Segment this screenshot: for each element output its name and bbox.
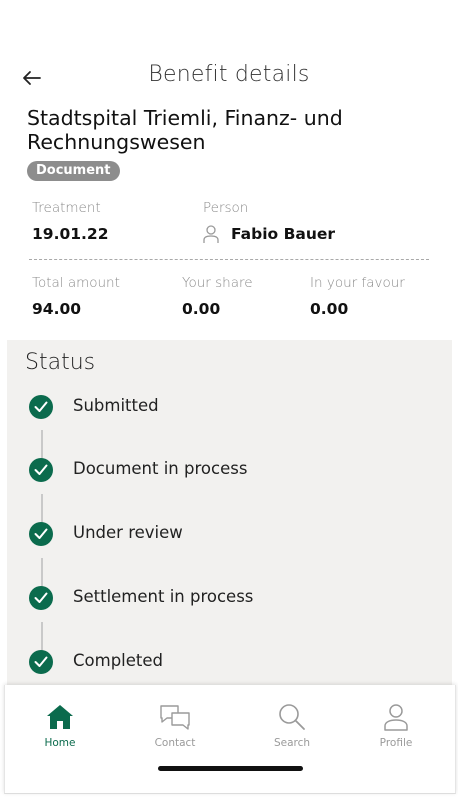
document-badge: Document <box>27 161 120 181</box>
status-step-document-in-process: Document in process <box>29 458 429 482</box>
home-icon <box>47 705 73 729</box>
profile-icon <box>384 704 408 731</box>
app-header: Benefit details <box>0 56 458 100</box>
status-step-under-review: Under review <box>29 522 429 546</box>
chat-icon <box>160 705 190 730</box>
total-amount-value: 94.00 <box>32 300 82 318</box>
person-label: Person <box>203 200 249 216</box>
nav-label: Profile <box>379 737 413 749</box>
nav-label: Home <box>44 737 76 749</box>
divider <box>29 259 429 260</box>
nav-label: Contact <box>154 737 196 749</box>
nav-label: Search <box>273 737 311 749</box>
person-name: Fabio Bauer <box>231 225 336 243</box>
provider-name: Stadtspital Triemli, Finanz- und Rechnun… <box>27 106 343 154</box>
total-amount-label: Total amount <box>32 275 120 291</box>
in-your-favour-label: In your favour <box>310 275 405 291</box>
status-step-label: Document in process <box>73 459 248 478</box>
person-icon <box>203 225 219 243</box>
status-panel: Status Submitted Document in process Und… <box>7 340 452 700</box>
check-icon <box>29 586 53 610</box>
search-icon <box>279 704 305 730</box>
bottom-nav: Home Contact Search Profile <box>4 685 456 794</box>
status-step-settlement-in-process: Settlement in process <box>29 586 429 610</box>
page-title: Benefit details <box>148 62 310 87</box>
nav-search[interactable]: Search <box>247 703 337 763</box>
home-indicator <box>158 766 303 771</box>
your-share-value: 0.00 <box>182 300 221 318</box>
status-title: Status <box>25 350 96 375</box>
treatment-label: Treatment <box>32 200 101 216</box>
check-icon <box>29 522 53 546</box>
nav-home[interactable]: Home <box>15 703 105 763</box>
status-step-label: Under review <box>73 523 183 542</box>
nav-profile[interactable]: Profile <box>351 703 441 763</box>
your-share-label: Your share <box>182 275 253 291</box>
check-icon <box>29 458 53 482</box>
treatment-date: 19.01.22 <box>32 225 109 243</box>
status-step-label: Settlement in process <box>73 587 254 606</box>
check-icon <box>29 395 53 419</box>
status-step-completed: Completed <box>29 650 429 674</box>
nav-contact[interactable]: Contact <box>130 703 220 763</box>
in-your-favour-value: 0.00 <box>310 300 349 318</box>
check-icon <box>29 650 53 674</box>
status-step-label: Completed <box>73 651 163 670</box>
status-step-label: Submitted <box>73 396 159 415</box>
status-step-submitted: Submitted <box>29 395 429 419</box>
